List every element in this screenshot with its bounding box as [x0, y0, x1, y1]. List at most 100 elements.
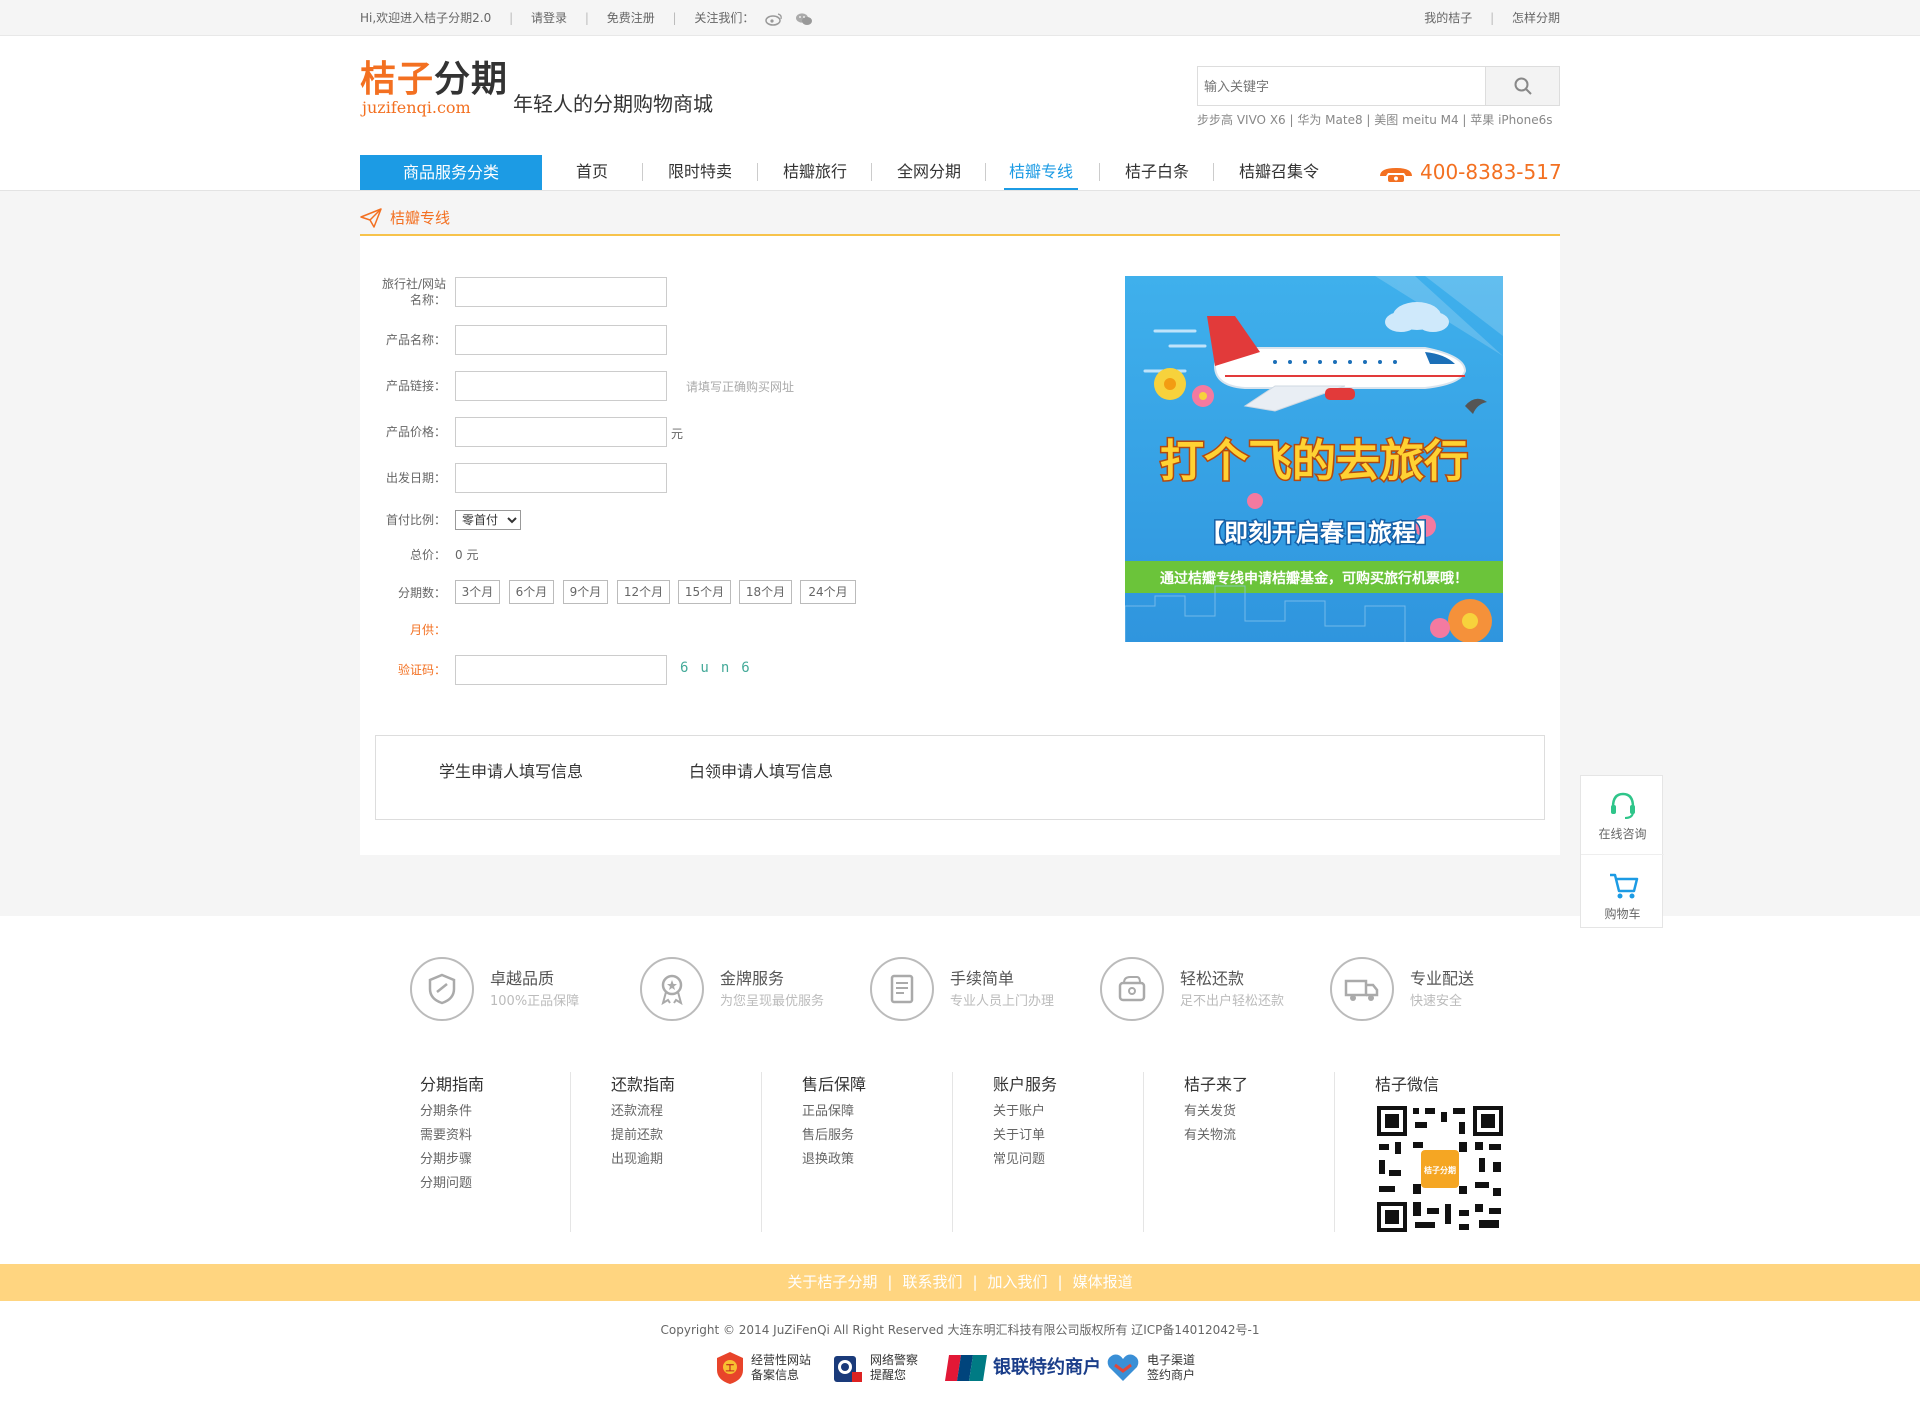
nav-item-travel[interactable]: 桔瓣旅行 [780, 155, 850, 190]
depart-date-label: 出发日期： [385, 471, 446, 485]
agency-input[interactable] [455, 277, 667, 307]
period-button-12[interactable]: 12个月 [617, 580, 670, 604]
my-juzi-link[interactable]: 我的桔子 [1424, 11, 1472, 25]
badge-e-channel[interactable]: 电子渠道 签约商户 [1105, 1348, 1195, 1388]
period-button-18[interactable]: 18个月 [739, 580, 792, 604]
captcha-image[interactable]: 6un6 [680, 660, 762, 676]
register-link[interactable]: 免费注册 [607, 11, 655, 25]
footer-links-bar: 关于桔子分期 | 联系我们 | 加入我们 | 媒体报道 [0, 1264, 1920, 1301]
wechat-qr-code: 桔子分期 [1375, 1104, 1505, 1234]
captcha-input[interactable] [455, 655, 667, 685]
cart-label: 购物车 [1604, 907, 1641, 921]
feature-quality: 卓越品质 100%正品保障 [410, 957, 630, 1027]
nav-item-home[interactable]: 首页 [570, 155, 614, 190]
footer-link[interactable]: 分期步骤 [420, 1148, 610, 1172]
cart-shortcut[interactable]: 购物车 [1581, 868, 1664, 922]
footer-join[interactable]: 加入我们 [988, 1273, 1048, 1291]
price-label: 产品价格： [385, 425, 446, 439]
footer-col-account: 账户服务 关于账户 关于订单 常见问题 [993, 1070, 1183, 1235]
footer-col-juzi-here: 桔子来了 有关发货 有关物流 [1184, 1070, 1374, 1235]
applicant-tabs: 学生申请人填写信息 白领申请人填写信息 [375, 735, 1545, 820]
product-link-hint: 请填写正确购买网址 [686, 380, 795, 394]
footer-link[interactable]: 有关发货 [1184, 1100, 1374, 1124]
travel-banner[interactable]: 打个飞的去旅行 【即刻开启春日旅程】 通过桔瓣专线申请桔瓣基金，可购买旅行机票哦… [1125, 276, 1503, 642]
nav-item-rally[interactable]: 桔瓣召集令 [1236, 155, 1322, 190]
floating-sidebar: 在线咨询 购物车 [1580, 775, 1664, 928]
price-input[interactable] [455, 417, 667, 447]
logo-text-fenqi: 分期 [434, 59, 509, 100]
weibo-icon[interactable] [764, 12, 784, 26]
login-link[interactable]: 请登录 [531, 11, 567, 25]
period-button-24[interactable]: 24个月 [800, 580, 856, 604]
paper-plane-icon [360, 208, 382, 228]
depart-date-input[interactable] [455, 463, 667, 493]
nav-item-juban-line[interactable]: 桔瓣专线 [1004, 155, 1078, 190]
footer-link[interactable]: 售后服务 [802, 1124, 992, 1148]
badge-unionpay[interactable]: 银联特约商户 [945, 1348, 1101, 1388]
banner-subhead: 【即刻开启春日旅程】 [1200, 519, 1440, 547]
category-button[interactable]: 商品服务分类 [360, 155, 542, 190]
feature-simple: 手续简单 专业人员上门办理 [870, 957, 1090, 1027]
search-icon [1514, 77, 1532, 95]
nav-item-baitiao[interactable]: 桔子白条 [1122, 155, 1192, 190]
footer-link[interactable]: 需要资料 [420, 1124, 610, 1148]
how-to-link[interactable]: 怎样分期 [1512, 11, 1560, 25]
badge-business-record[interactable]: 工 经营性网站 备案信息 [715, 1348, 811, 1388]
down-payment-select[interactable]: 零首付 [455, 510, 521, 530]
period-button-3[interactable]: 3个月 [455, 580, 500, 604]
footer-col-repay-guide: 还款指南 还款流程 提前还款 出现逾期 [611, 1070, 801, 1235]
shield-icon [410, 957, 474, 1021]
monthly-label: 月供： [409, 623, 446, 637]
footer-link[interactable]: 关于账户 [993, 1100, 1183, 1124]
logo[interactable]: 桔子分期 [360, 60, 508, 100]
tab-whitecollar-applicant[interactable]: 白领申请人填写信息 [689, 762, 833, 782]
periods-label: 分期数： [397, 586, 446, 600]
hotline-number: 400-8383-517 [1420, 160, 1562, 184]
period-button-15[interactable]: 15个月 [678, 580, 731, 604]
product-name-input[interactable] [455, 325, 667, 355]
search-input[interactable] [1198, 67, 1486, 105]
footer-media[interactable]: 媒体报道 [1073, 1273, 1133, 1291]
footer-link[interactable]: 分期问题 [420, 1172, 610, 1196]
search-button[interactable] [1485, 67, 1559, 105]
medal-icon [640, 957, 704, 1021]
footer-link[interactable]: 出现逾期 [611, 1148, 801, 1172]
footer-link[interactable]: 退换政策 [802, 1148, 992, 1172]
footer-link[interactable]: 关于订单 [993, 1124, 1183, 1148]
hotline: 400-8383-517 [1376, 155, 1562, 190]
footer-about[interactable]: 关于桔子分期 [787, 1273, 877, 1291]
online-consult[interactable]: 在线咨询 [1581, 788, 1664, 842]
footer-link[interactable]: 有关物流 [1184, 1124, 1374, 1148]
total-label: 总价： [409, 548, 446, 562]
period-button-9[interactable]: 9个月 [563, 580, 608, 604]
badge-cyber-police[interactable]: 网络警察 提醒您 [830, 1348, 918, 1388]
cart-icon [1609, 873, 1638, 899]
product-link-input[interactable] [455, 371, 667, 401]
feature-delivery: 专业配送 快速安全 [1330, 957, 1550, 1027]
tab-student-applicant[interactable]: 学生申请人填写信息 [439, 762, 583, 782]
svg-text:桔子分期: 桔子分期 [1424, 1165, 1456, 1175]
footer-link[interactable]: 常见问题 [993, 1148, 1183, 1172]
phone-icon [1380, 167, 1412, 182]
feature-service: 金牌服务 为您呈现最优服务 [640, 957, 860, 1027]
svg-text:工: 工 [725, 1363, 734, 1374]
footer-link[interactable]: 提前还款 [611, 1124, 801, 1148]
footer-link[interactable]: 分期条件 [420, 1100, 610, 1124]
hot-keywords[interactable]: 步步高 VIVO X6 | 华为 Mate8 | 美图 meitu M4 | 苹… [1197, 112, 1552, 128]
nav-item-flash-sale[interactable]: 限时特卖 [665, 155, 735, 190]
wechat-icon[interactable] [794, 12, 814, 26]
headset-icon [1610, 792, 1635, 819]
footer-link[interactable]: 还款流程 [611, 1100, 801, 1124]
product-name-label: 产品名称： [385, 333, 446, 347]
footer-contact[interactable]: 联系我们 [902, 1273, 962, 1291]
business-record-icon: 工 [717, 1352, 743, 1384]
nav-item-all-installment[interactable]: 全网分期 [894, 155, 964, 190]
footer-link[interactable]: 正品保障 [802, 1100, 992, 1124]
copyright: Copyright © 2014 JuZiFenQi All Right Res… [660, 1323, 1260, 1337]
price-unit: 元 [671, 427, 684, 441]
cyber-police-icon [834, 1356, 862, 1382]
footer-col-wechat: 桔子微信 桔子分期 [1375, 1070, 1565, 1235]
period-button-6[interactable]: 6个月 [509, 580, 554, 604]
banner-illustration: 打个飞的去旅行 【即刻开启春日旅程】 通过桔瓣专线申请桔瓣基金，可购买旅行机票哦… [1125, 276, 1503, 642]
total-value: 0 元 [455, 548, 479, 562]
